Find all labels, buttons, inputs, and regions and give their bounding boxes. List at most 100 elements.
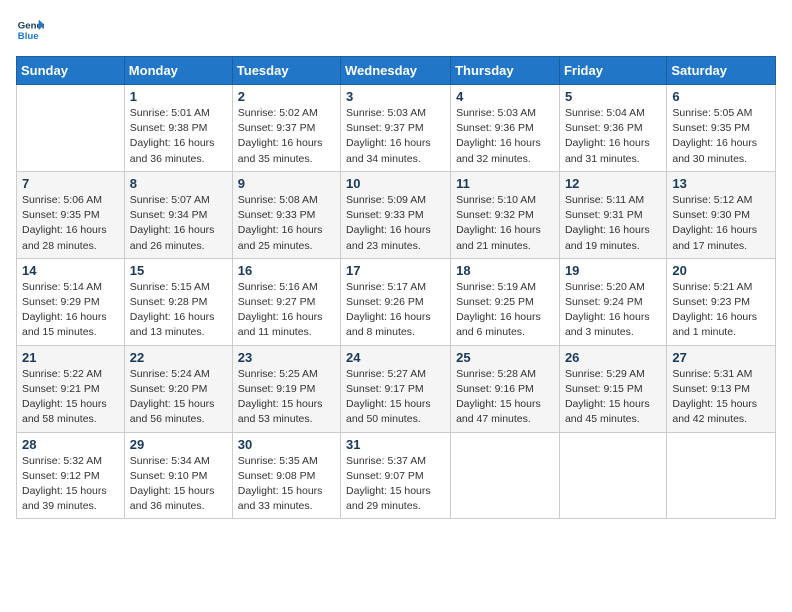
day-number: 24 bbox=[346, 350, 445, 365]
day-info: Sunrise: 5:28 AMSunset: 9:16 PMDaylight:… bbox=[456, 367, 554, 428]
calendar-cell: 6Sunrise: 5:05 AMSunset: 9:35 PMDaylight… bbox=[667, 85, 776, 172]
day-header-monday: Monday bbox=[124, 57, 232, 85]
day-number: 30 bbox=[238, 437, 335, 452]
calendar-cell: 20 Sunrise: 5:21 AMSunset: 9:23 PMDayligh… bbox=[667, 258, 776, 345]
calendar-cell: 22 Sunrise: 5:24 AMSunset: 9:20 PMDayligh… bbox=[124, 345, 232, 432]
calendar-cell: 10 Sunrise: 5:09 AMSunset: 9:33 PMDayligh… bbox=[341, 171, 451, 258]
day-number: 25 bbox=[456, 350, 554, 365]
calendar-cell: 19 Sunrise: 5:20 AMSunset: 9:24 PMDayligh… bbox=[559, 258, 666, 345]
day-number: 16 bbox=[238, 263, 335, 278]
day-info: Sunrise: 5:14 AMSunset: 9:29 PMDaylight:… bbox=[22, 280, 119, 341]
day-header-thursday: Thursday bbox=[451, 57, 560, 85]
day-info: Sunrise: 5:19 AMSunset: 9:25 PMDaylight:… bbox=[456, 280, 554, 341]
calendar-cell: 7Sunrise: 5:06 AMSunset: 9:35 PMDaylight… bbox=[17, 171, 125, 258]
day-info: Sunrise: 5:29 AMSunset: 9:15 PMDaylight:… bbox=[565, 367, 661, 428]
calendar-cell: 3 Sunrise: 5:03 AMSunset: 9:37 PMDaylight… bbox=[341, 85, 451, 172]
day-number: 1 bbox=[130, 89, 227, 104]
day-header-wednesday: Wednesday bbox=[341, 57, 451, 85]
calendar-cell: 1 Sunrise: 5:01 AMSunset: 9:38 PMDaylight… bbox=[124, 85, 232, 172]
calendar-cell: 16 Sunrise: 5:16 AMSunset: 9:27 PMDayligh… bbox=[232, 258, 340, 345]
day-info: Sunrise: 5:24 AMSunset: 9:20 PMDaylight:… bbox=[130, 367, 227, 428]
calendar-cell: 23 Sunrise: 5:25 AMSunset: 9:19 PMDayligh… bbox=[232, 345, 340, 432]
calendar-cell bbox=[451, 432, 560, 519]
day-number: 15 bbox=[130, 263, 227, 278]
calendar-cell: 29Sunrise: 5:34 AMSunset: 9:10 PMDayligh… bbox=[124, 432, 232, 519]
day-number: 2 bbox=[238, 89, 335, 104]
day-info: Sunrise: 5:01 AMSunset: 9:38 PMDaylight:… bbox=[130, 106, 227, 167]
calendar-cell: 11 Sunrise: 5:10 AMSunset: 9:32 PMDayligh… bbox=[451, 171, 560, 258]
calendar-cell: 31 Sunrise: 5:37 AMSunset: 9:07 PMDayligh… bbox=[341, 432, 451, 519]
calendar-cell: 15 Sunrise: 5:15 AMSunset: 9:28 PMDayligh… bbox=[124, 258, 232, 345]
calendar-cell: 5Sunrise: 5:04 AMSunset: 9:36 PMDaylight… bbox=[559, 85, 666, 172]
day-info: Sunrise: 5:35 AMSunset: 9:08 PMDaylight:… bbox=[238, 454, 335, 515]
day-info: Sunrise: 5:05 AMSunset: 9:35 PMDaylight:… bbox=[672, 106, 770, 167]
day-number: 21 bbox=[22, 350, 119, 365]
calendar-cell: 28 Sunrise: 5:32 AMSunset: 9:12 PMDayligh… bbox=[17, 432, 125, 519]
day-number: 26 bbox=[565, 350, 661, 365]
day-number: 8 bbox=[130, 176, 227, 191]
calendar-table: SundayMondayTuesdayWednesdayThursdayFrid… bbox=[16, 56, 776, 519]
day-info: Sunrise: 5:37 AMSunset: 9:07 PMDaylight:… bbox=[346, 454, 445, 515]
day-info: Sunrise: 5:22 AMSunset: 9:21 PMDaylight:… bbox=[22, 367, 119, 428]
calendar-cell: 4 Sunrise: 5:03 AMSunset: 9:36 PMDaylight… bbox=[451, 85, 560, 172]
day-info: Sunrise: 5:32 AMSunset: 9:12 PMDaylight:… bbox=[22, 454, 119, 515]
day-number: 3 bbox=[346, 89, 445, 104]
day-header-sunday: Sunday bbox=[17, 57, 125, 85]
day-number: 14 bbox=[22, 263, 119, 278]
day-number: 11 bbox=[456, 176, 554, 191]
day-info: Sunrise: 5:20 AMSunset: 9:24 PMDaylight:… bbox=[565, 280, 661, 341]
day-info: Sunrise: 5:03 AMSunset: 9:37 PMDaylight:… bbox=[346, 106, 445, 167]
calendar-cell: 25 Sunrise: 5:28 AMSunset: 9:16 PMDayligh… bbox=[451, 345, 560, 432]
day-info: Sunrise: 5:17 AMSunset: 9:26 PMDaylight:… bbox=[346, 280, 445, 341]
day-info: Sunrise: 5:25 AMSunset: 9:19 PMDaylight:… bbox=[238, 367, 335, 428]
calendar-week-1: 1 Sunrise: 5:01 AMSunset: 9:38 PMDaylight… bbox=[17, 85, 776, 172]
calendar-week-5: 28 Sunrise: 5:32 AMSunset: 9:12 PMDayligh… bbox=[17, 432, 776, 519]
calendar-week-4: 21 Sunrise: 5:22 AMSunset: 9:21 PMDayligh… bbox=[17, 345, 776, 432]
day-number: 23 bbox=[238, 350, 335, 365]
day-info: Sunrise: 5:11 AMSunset: 9:31 PMDaylight:… bbox=[565, 193, 661, 254]
calendar-header-row: SundayMondayTuesdayWednesdayThursdayFrid… bbox=[17, 57, 776, 85]
day-info: Sunrise: 5:21 AMSunset: 9:23 PMDaylight:… bbox=[672, 280, 770, 341]
day-number: 18 bbox=[456, 263, 554, 278]
calendar-cell: 2 Sunrise: 5:02 AMSunset: 9:37 PMDaylight… bbox=[232, 85, 340, 172]
day-header-friday: Friday bbox=[559, 57, 666, 85]
day-number: 22 bbox=[130, 350, 227, 365]
calendar-cell: 14 Sunrise: 5:14 AMSunset: 9:29 PMDayligh… bbox=[17, 258, 125, 345]
day-number: 19 bbox=[565, 263, 661, 278]
page-header: General Blue bbox=[16, 16, 776, 44]
calendar-cell: 9Sunrise: 5:08 AMSunset: 9:33 PMDaylight… bbox=[232, 171, 340, 258]
calendar-cell: 21 Sunrise: 5:22 AMSunset: 9:21 PMDayligh… bbox=[17, 345, 125, 432]
day-number: 4 bbox=[456, 89, 554, 104]
day-info: Sunrise: 5:08 AMSunset: 9:33 PMDaylight:… bbox=[238, 193, 335, 254]
day-info: Sunrise: 5:02 AMSunset: 9:37 PMDaylight:… bbox=[238, 106, 335, 167]
day-info: Sunrise: 5:16 AMSunset: 9:27 PMDaylight:… bbox=[238, 280, 335, 341]
calendar-cell: 18 Sunrise: 5:19 AMSunset: 9:25 PMDayligh… bbox=[451, 258, 560, 345]
day-info: Sunrise: 5:15 AMSunset: 9:28 PMDaylight:… bbox=[130, 280, 227, 341]
calendar-cell: 8 Sunrise: 5:07 AMSunset: 9:34 PMDaylight… bbox=[124, 171, 232, 258]
calendar-cell bbox=[17, 85, 125, 172]
calendar-cell: 24 Sunrise: 5:27 AMSunset: 9:17 PMDayligh… bbox=[341, 345, 451, 432]
day-number: 28 bbox=[22, 437, 119, 452]
day-number: 31 bbox=[346, 437, 445, 452]
day-info: Sunrise: 5:10 AMSunset: 9:32 PMDaylight:… bbox=[456, 193, 554, 254]
day-number: 13 bbox=[672, 176, 770, 191]
calendar-cell: 17 Sunrise: 5:17 AMSunset: 9:26 PMDayligh… bbox=[341, 258, 451, 345]
day-header-saturday: Saturday bbox=[667, 57, 776, 85]
logo-icon: General Blue bbox=[16, 16, 44, 44]
day-number: 20 bbox=[672, 263, 770, 278]
day-number: 12 bbox=[565, 176, 661, 191]
calendar-body: 1 Sunrise: 5:01 AMSunset: 9:38 PMDaylight… bbox=[17, 85, 776, 519]
day-info: Sunrise: 5:27 AMSunset: 9:17 PMDaylight:… bbox=[346, 367, 445, 428]
calendar-week-3: 14 Sunrise: 5:14 AMSunset: 9:29 PMDayligh… bbox=[17, 258, 776, 345]
day-info: Sunrise: 5:12 AMSunset: 9:30 PMDaylight:… bbox=[672, 193, 770, 254]
day-info: Sunrise: 5:09 AMSunset: 9:33 PMDaylight:… bbox=[346, 193, 445, 254]
day-info: Sunrise: 5:03 AMSunset: 9:36 PMDaylight:… bbox=[456, 106, 554, 167]
calendar-cell: 30 Sunrise: 5:35 AMSunset: 9:08 PMDayligh… bbox=[232, 432, 340, 519]
day-info: Sunrise: 5:07 AMSunset: 9:34 PMDaylight:… bbox=[130, 193, 227, 254]
calendar-cell: 13 Sunrise: 5:12 AMSunset: 9:30 PMDayligh… bbox=[667, 171, 776, 258]
calendar-cell: 26 Sunrise: 5:29 AMSunset: 9:15 PMDayligh… bbox=[559, 345, 666, 432]
logo: General Blue bbox=[16, 16, 48, 44]
day-number: 17 bbox=[346, 263, 445, 278]
day-number: 10 bbox=[346, 176, 445, 191]
day-number: 29 bbox=[130, 437, 227, 452]
